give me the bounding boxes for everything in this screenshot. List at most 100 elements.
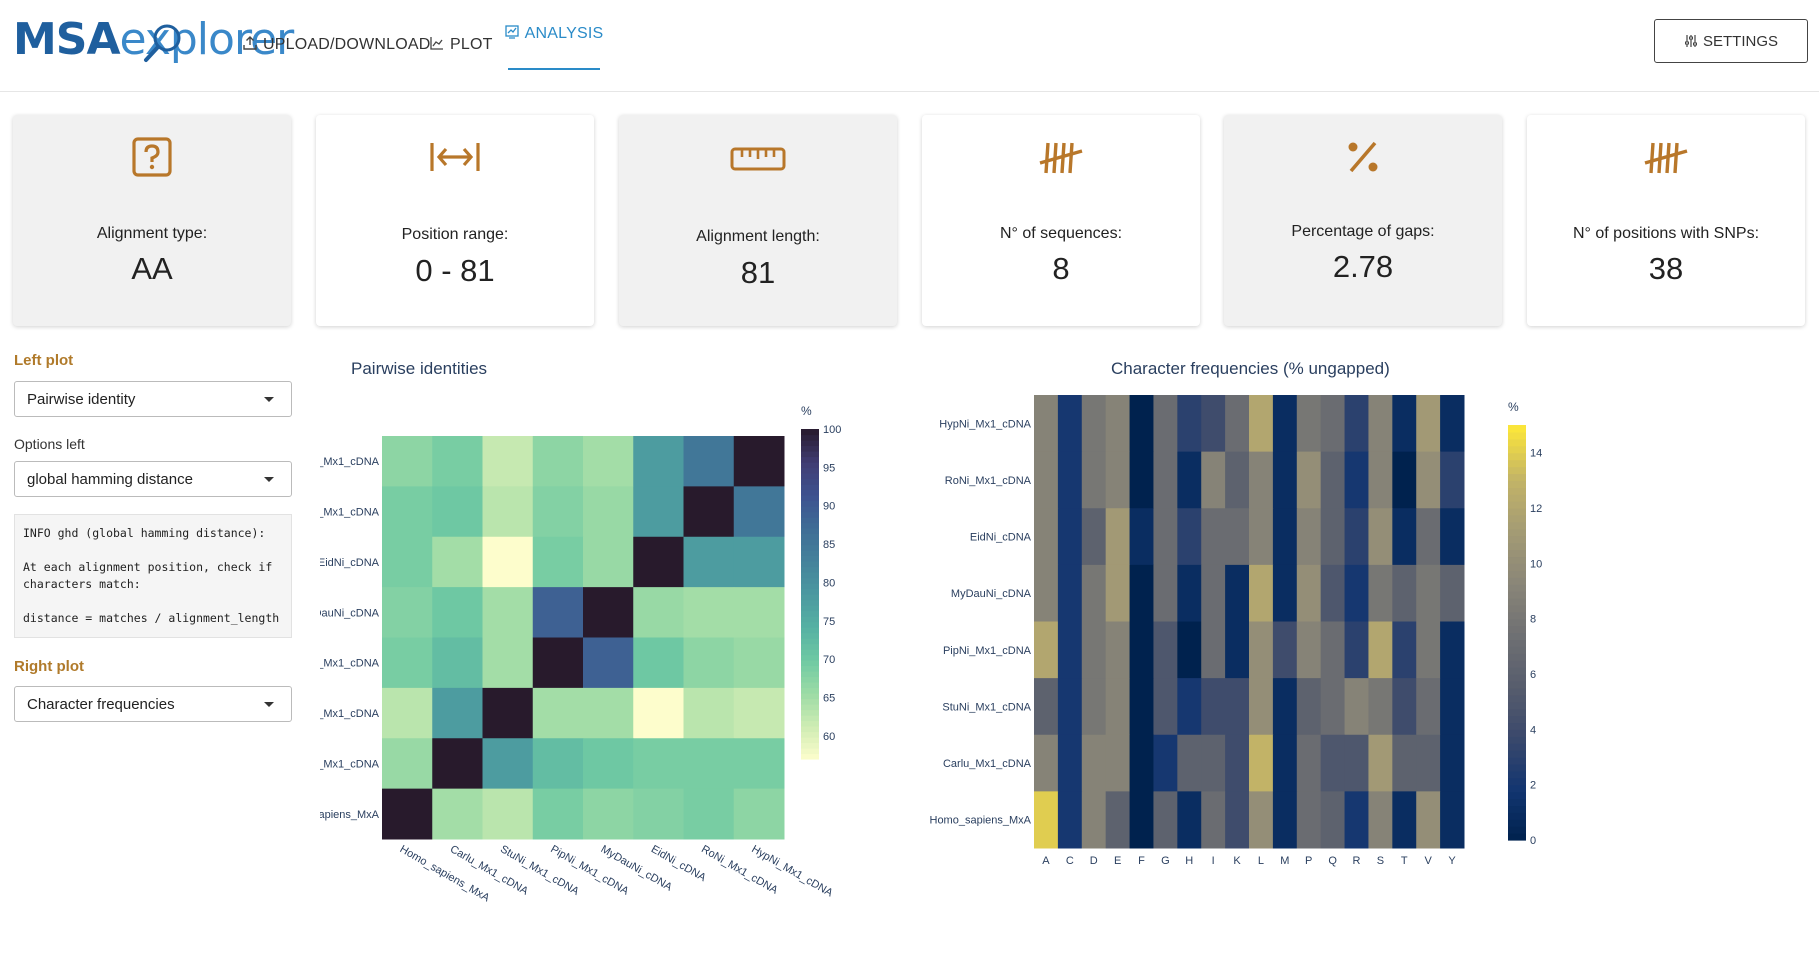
heatmap-cell[interactable] (482, 436, 534, 487)
heatmap-cell[interactable] (432, 536, 483, 588)
heatmap-cell[interactable] (1392, 621, 1417, 679)
heatmap-cell[interactable] (1272, 564, 1298, 622)
heatmap-cell[interactable] (1296, 791, 1322, 849)
heatmap-cell[interactable] (1320, 564, 1346, 622)
heatmap-cell[interactable] (532, 637, 584, 689)
heatmap-cell[interactable] (382, 536, 433, 588)
heatmap-cell[interactable] (583, 738, 634, 790)
heatmap-cell[interactable] (1320, 791, 1346, 849)
heatmap-cell[interactable] (1201, 564, 1226, 622)
heatmap-cell[interactable] (1201, 734, 1226, 792)
heatmap-cell[interactable] (1272, 395, 1298, 453)
heatmap-cell[interactable] (1440, 678, 1465, 736)
heatmap-cell[interactable] (1344, 508, 1369, 566)
heatmap-cell[interactable] (1057, 621, 1083, 679)
heatmap-cell[interactable] (1344, 395, 1369, 453)
heatmap-cell[interactable] (532, 687, 584, 739)
heatmap-cell[interactable] (1105, 395, 1131, 453)
heatmap-cell[interactable] (1201, 508, 1226, 566)
heatmap-cell[interactable] (683, 587, 735, 638)
heatmap-cell[interactable] (1129, 395, 1154, 453)
heatmap-cell[interactable] (683, 687, 735, 739)
heatmap-cell[interactable] (683, 788, 735, 840)
heatmap-cell[interactable] (1272, 451, 1298, 509)
heatmap-cell[interactable] (432, 637, 483, 689)
heatmap-cell[interactable] (633, 587, 684, 638)
heatmap-cell[interactable] (733, 536, 785, 588)
heatmap-cell[interactable] (733, 637, 785, 689)
heatmap-cell[interactable] (432, 587, 483, 638)
heatmap-cell[interactable] (1177, 564, 1202, 622)
heatmap-cell[interactable] (633, 486, 684, 538)
heatmap-cell[interactable] (1249, 451, 1274, 509)
heatmap-cell[interactable] (1296, 564, 1322, 622)
heatmap-cell[interactable] (382, 637, 433, 689)
heatmap-cell[interactable] (432, 687, 483, 739)
heatmap-cell[interactable] (1129, 621, 1154, 679)
heatmap-cell[interactable] (432, 436, 483, 487)
heatmap-cell[interactable] (1081, 791, 1107, 849)
heatmap-cell[interactable] (382, 436, 433, 487)
heatmap-cell[interactable] (382, 687, 433, 739)
heatmap-cell[interactable] (1057, 678, 1083, 736)
heatmap-cell[interactable] (482, 788, 534, 840)
heatmap-cell[interactable] (683, 436, 735, 487)
heatmap-cell[interactable] (1057, 734, 1083, 792)
heatmap-cell[interactable] (583, 587, 634, 638)
heatmap-cell[interactable] (1392, 564, 1417, 622)
heatmap-cell[interactable] (1392, 395, 1417, 453)
heatmap-cell[interactable] (1416, 395, 1441, 453)
heatmap-cell[interactable] (382, 738, 433, 790)
options-left-select[interactable]: global hamming distance (14, 461, 292, 497)
heatmap-cell[interactable] (1272, 791, 1298, 849)
pairwise-identity-heatmap[interactable]: HypNi_Mx1_cDNA RoNi_Mx1_cDNA EidNi_cDNA MyD… (320, 395, 1000, 958)
heatmap-cell[interactable] (1081, 564, 1107, 622)
heatmap-cell[interactable] (1416, 791, 1441, 849)
tab-analysis[interactable]: ANALYSIS (505, 0, 603, 70)
heatmap-cell[interactable] (1225, 791, 1250, 849)
heatmap-cell[interactable] (1225, 564, 1250, 622)
heatmap-cell[interactable] (532, 587, 584, 638)
heatmap-cell[interactable] (1081, 678, 1107, 736)
heatmap-cell[interactable] (1368, 508, 1393, 566)
heatmap-cell[interactable] (1344, 734, 1369, 792)
heatmap-cell[interactable] (733, 738, 785, 790)
heatmap-cell[interactable] (1368, 621, 1393, 679)
heatmap-cell[interactable] (1440, 791, 1465, 849)
heatmap-cell[interactable] (1296, 508, 1322, 566)
heatmap-cell[interactable] (1416, 678, 1441, 736)
heatmap-cell[interactable] (1272, 678, 1298, 736)
char-frequency-heatmap[interactable]: HypNi_Mx1_cDNA RoNi_Mx1_cDNA EidNi_cDNA MyD… (930, 395, 1819, 958)
heatmap-cell[interactable] (1344, 564, 1369, 622)
heatmap-cell[interactable] (683, 486, 735, 538)
heatmap-cell[interactable] (1320, 395, 1346, 453)
heatmap-cell[interactable] (432, 788, 483, 840)
heatmap-cell[interactable] (1225, 451, 1250, 509)
heatmap-cell[interactable] (532, 436, 584, 487)
heatmap-cell[interactable] (532, 536, 584, 588)
heatmap-cell[interactable] (1249, 621, 1274, 679)
heatmap-cell[interactable] (1392, 508, 1417, 566)
heatmap-cell[interactable] (1272, 508, 1298, 566)
heatmap-cell[interactable] (1034, 395, 1059, 453)
heatmap-cell[interactable] (1440, 508, 1465, 566)
heatmap-cell[interactable] (1296, 621, 1322, 679)
heatmap-cell[interactable] (1225, 621, 1250, 679)
heatmap-cell[interactable] (633, 788, 684, 840)
heatmap-cell[interactable] (683, 738, 735, 790)
heatmap-cell[interactable] (1368, 395, 1393, 453)
heatmap-cell[interactable] (583, 637, 634, 689)
heatmap-cell[interactable] (1320, 734, 1346, 792)
heatmap-cell[interactable] (583, 536, 634, 588)
heatmap-cell[interactable] (1153, 621, 1178, 679)
heatmap-cell[interactable] (482, 486, 534, 538)
heatmap-cell[interactable] (1416, 564, 1441, 622)
heatmap-cell[interactable] (532, 788, 584, 840)
heatmap-cell[interactable] (1201, 621, 1226, 679)
heatmap-cell[interactable] (1105, 451, 1131, 509)
heatmap-cell[interactable] (1368, 734, 1393, 792)
right-plot-select[interactable]: Character frequencies (14, 686, 292, 722)
heatmap-cell[interactable] (633, 536, 684, 588)
heatmap-cell[interactable] (1320, 678, 1346, 736)
heatmap-cell[interactable] (1368, 678, 1393, 736)
